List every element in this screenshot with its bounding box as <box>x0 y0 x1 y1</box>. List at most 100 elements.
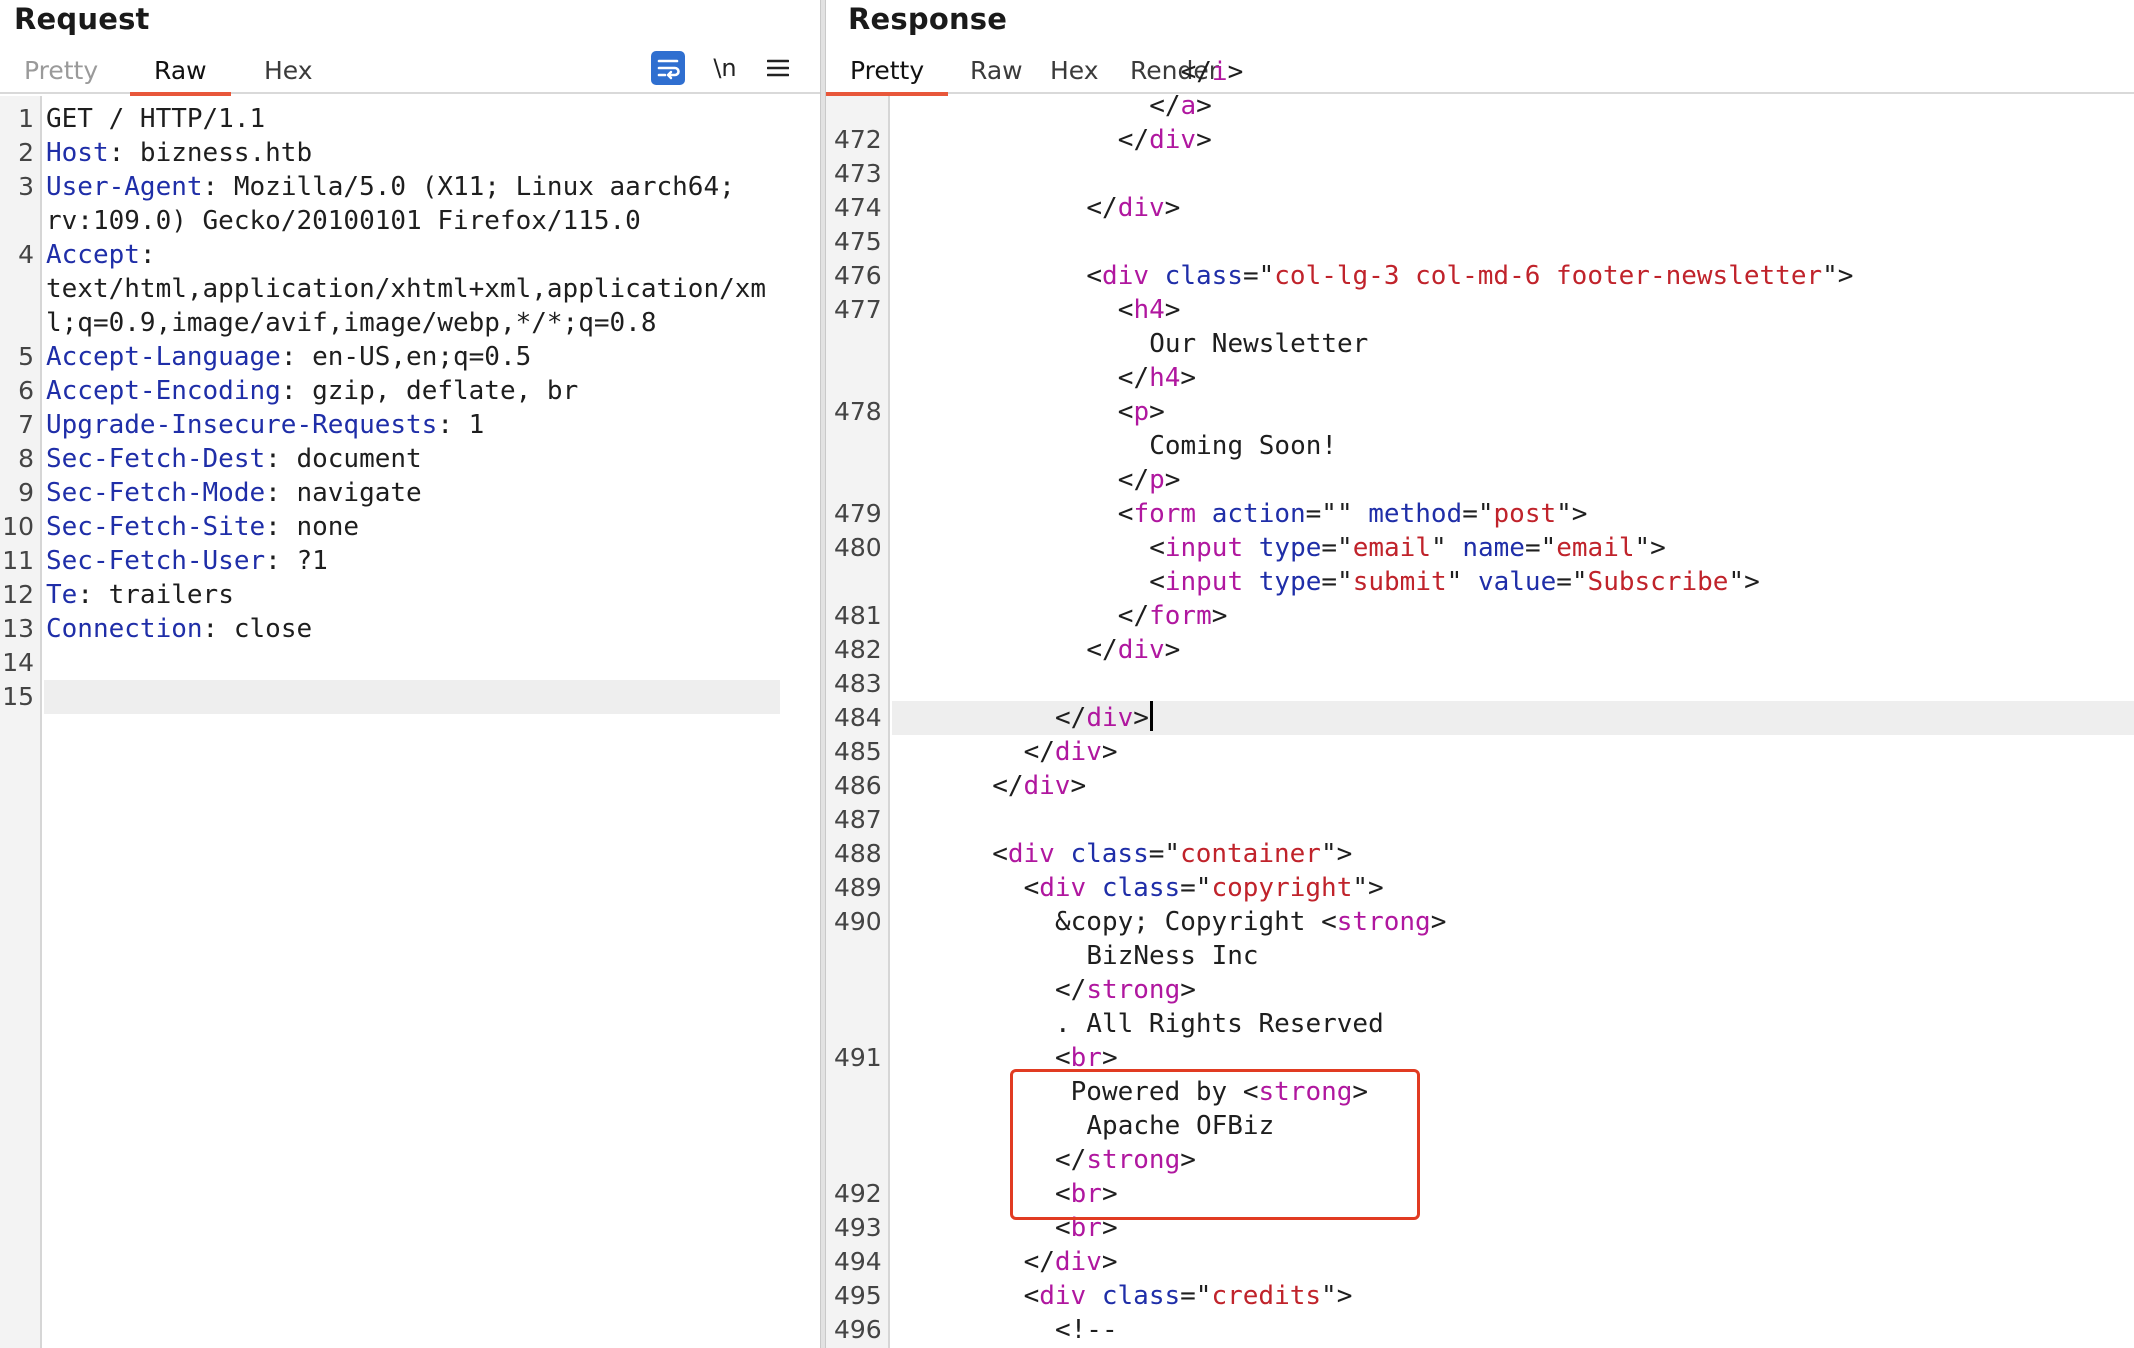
response-line[interactable]: 477 <h4> <box>826 293 2134 327</box>
request-line[interactable]: rv:109.0) Gecko/20100101 Firefox/115.0 <box>0 204 820 238</box>
code-punct <box>1055 839 1071 869</box>
attr-value: submit <box>1352 567 1447 597</box>
request-line[interactable]: l;q=0.9,image/avif,image/webp,*/*;q=0.8 <box>0 306 820 340</box>
line-number: 480 <box>834 533 882 562</box>
line-number: 10 <box>2 512 34 541</box>
response-line[interactable]: BizNess Inc <box>826 939 2134 973</box>
response-line[interactable]: 473 <box>826 157 2134 191</box>
response-line[interactable]: 494 </div> <box>826 1245 2134 1279</box>
code-punct: < <box>992 839 1008 869</box>
response-line[interactable]: 480 <input type="email" name="email"> <box>826 531 2134 565</box>
code-punct: < <box>1117 295 1134 325</box>
response-line[interactable]: </p> <box>826 463 2134 497</box>
code-text: </i> <box>1181 55 1244 89</box>
request-line[interactable]: 1 GET / HTTP/1.1 <box>0 102 820 136</box>
tag-name: a <box>1180 91 1197 121</box>
response-line[interactable]: 486 </div> <box>826 769 2134 803</box>
code-punct <box>1086 1281 1102 1311</box>
response-line[interactable]: Our Newsletter <box>826 327 2134 361</box>
response-line[interactable]: . All Rights Reserved <box>826 1007 2134 1041</box>
response-line[interactable]: 472 </div> <box>826 123 2134 157</box>
line-number: 7 <box>18 410 34 439</box>
response-line[interactable]: 476 <div class="col-lg-3 col-md-6 footer-… <box>826 259 2134 293</box>
code-text: </form> <box>1118 599 1228 633</box>
request-line[interactable]: 10 Sec-Fetch-Site: none <box>0 510 820 544</box>
response-line[interactable]: </i> <box>826 55 2134 89</box>
newline-icon[interactable]: \n <box>707 50 743 86</box>
line-number: 11 <box>2 546 34 575</box>
request-line[interactable]: text/html,application/xhtml+xml,applicat… <box>0 272 820 306</box>
request-line[interactable]: 8 Sec-Fetch-Dest: document <box>0 442 820 476</box>
line-number: 2 <box>18 138 34 167</box>
request-line[interactable]: 14 <box>0 646 820 680</box>
tag-name: div <box>1039 1281 1087 1311</box>
line-number: 488 <box>834 839 882 868</box>
attr-value: copyright <box>1211 873 1353 903</box>
code-punct: < <box>1023 1281 1040 1311</box>
response-line[interactable]: 496 <!-- <box>826 1313 2134 1347</box>
code-punct: </ <box>1117 363 1150 393</box>
request-line[interactable]: 2 Host: bizness.htb <box>0 136 820 170</box>
code-punct: > <box>1101 737 1118 767</box>
line-number: 493 <box>834 1213 882 1242</box>
code-punct: > <box>1164 635 1181 665</box>
code-text: <div class="copyright"> <box>1024 871 1384 905</box>
code-text: </strong> <box>1055 973 1196 1007</box>
wrap-lines-icon[interactable] <box>650 50 686 86</box>
code-punct: =" <box>1321 533 1353 563</box>
response-line[interactable]: 489 <div class="copyright"> <box>826 871 2134 905</box>
line-number: 12 <box>2 580 34 609</box>
response-line[interactable]: </h4> <box>826 361 2134 395</box>
code-punct: > <box>1164 295 1181 325</box>
response-line[interactable]: 482 </div> <box>826 633 2134 667</box>
request-line[interactable]: 7 Upgrade-Insecure-Requests: 1 <box>0 408 820 442</box>
response-line[interactable]: 485 </div> <box>826 735 2134 769</box>
request-line[interactable]: 5 Accept-Language: en-US,en;q=0.5 <box>0 340 820 374</box>
tag-name: strong <box>1086 975 1181 1005</box>
request-tab-pretty[interactable]: Pretty <box>0 54 122 92</box>
request-line[interactable]: 12 Te: trailers <box>0 578 820 612</box>
response-line[interactable]: 488 <div class="container"> <box>826 837 2134 871</box>
request-line[interactable]: 3 User-Agent: Mozilla/5.0 (X11; Linux aar… <box>0 170 820 204</box>
header-name: Sec-Fetch-Dest <box>46 444 266 474</box>
menu-icon[interactable] <box>760 50 796 86</box>
line-number: 489 <box>834 873 882 902</box>
response-line[interactable]: 478 <p> <box>826 395 2134 429</box>
response-line[interactable]: 479 <form action="" method="post"> <box>826 497 2134 531</box>
response-line[interactable]: 495 <div class="credits"> <box>826 1279 2134 1313</box>
line-number: 484 <box>834 703 882 732</box>
request-tab-hex[interactable]: Hex <box>240 54 337 92</box>
request-editor[interactable]: 1 GET / HTTP/1.1 2 Host: bizness.htb 3 User-A… <box>0 96 820 1348</box>
code-punct: </ <box>1023 1247 1055 1277</box>
response-line[interactable]: 490 &copy; Copyright <strong> <box>826 905 2134 939</box>
header-name: Te <box>46 580 78 610</box>
request-line[interactable]: 13 Connection: close <box>0 612 820 646</box>
response-line[interactable]: <input type="submit" value="Subscribe"> <box>826 565 2134 599</box>
code-text: </div> <box>1086 633 1180 667</box>
line-number: 476 <box>834 261 882 290</box>
response-line[interactable]: 487 <box>826 803 2134 837</box>
code-punct: </ <box>1055 975 1087 1005</box>
code-punct: Coming Soon! <box>1149 431 1338 461</box>
attr-name: class <box>1101 1281 1181 1311</box>
request-line[interactable]: 11 Sec-Fetch-User: ?1 <box>0 544 820 578</box>
line-number: 475 <box>834 227 882 256</box>
code-text: </div> <box>1055 701 1153 735</box>
header-value: rv:109.0) Gecko/20100101 Firefox/115.0 <box>46 206 641 236</box>
request-line[interactable]: 6 Accept-Encoding: gzip, deflate, br <box>0 374 820 408</box>
request-line[interactable]: 9 Sec-Fetch-Mode: navigate <box>0 476 820 510</box>
response-line[interactable]: 474 </div> <box>826 191 2134 225</box>
response-line[interactable]: 483 <box>826 667 2134 701</box>
response-line[interactable]: </strong> <box>826 973 2134 1007</box>
response-line[interactable]: Coming Soon! <box>826 429 2134 463</box>
request-tab-raw[interactable]: Raw <box>130 54 231 96</box>
response-line[interactable]: 481 </form> <box>826 599 2134 633</box>
response-line[interactable]: 484 </div> <box>834 701 2134 735</box>
code-punct: > <box>1227 57 1244 87</box>
response-line[interactable]: 475 <box>826 225 2134 259</box>
request-line[interactable]: 4 Accept: <box>0 238 820 272</box>
response-line[interactable]: </a> <box>826 89 2134 123</box>
code-punct: </ <box>1117 125 1150 155</box>
request-line[interactable]: 15 <box>2 680 780 714</box>
tag-name: div <box>1086 703 1134 733</box>
